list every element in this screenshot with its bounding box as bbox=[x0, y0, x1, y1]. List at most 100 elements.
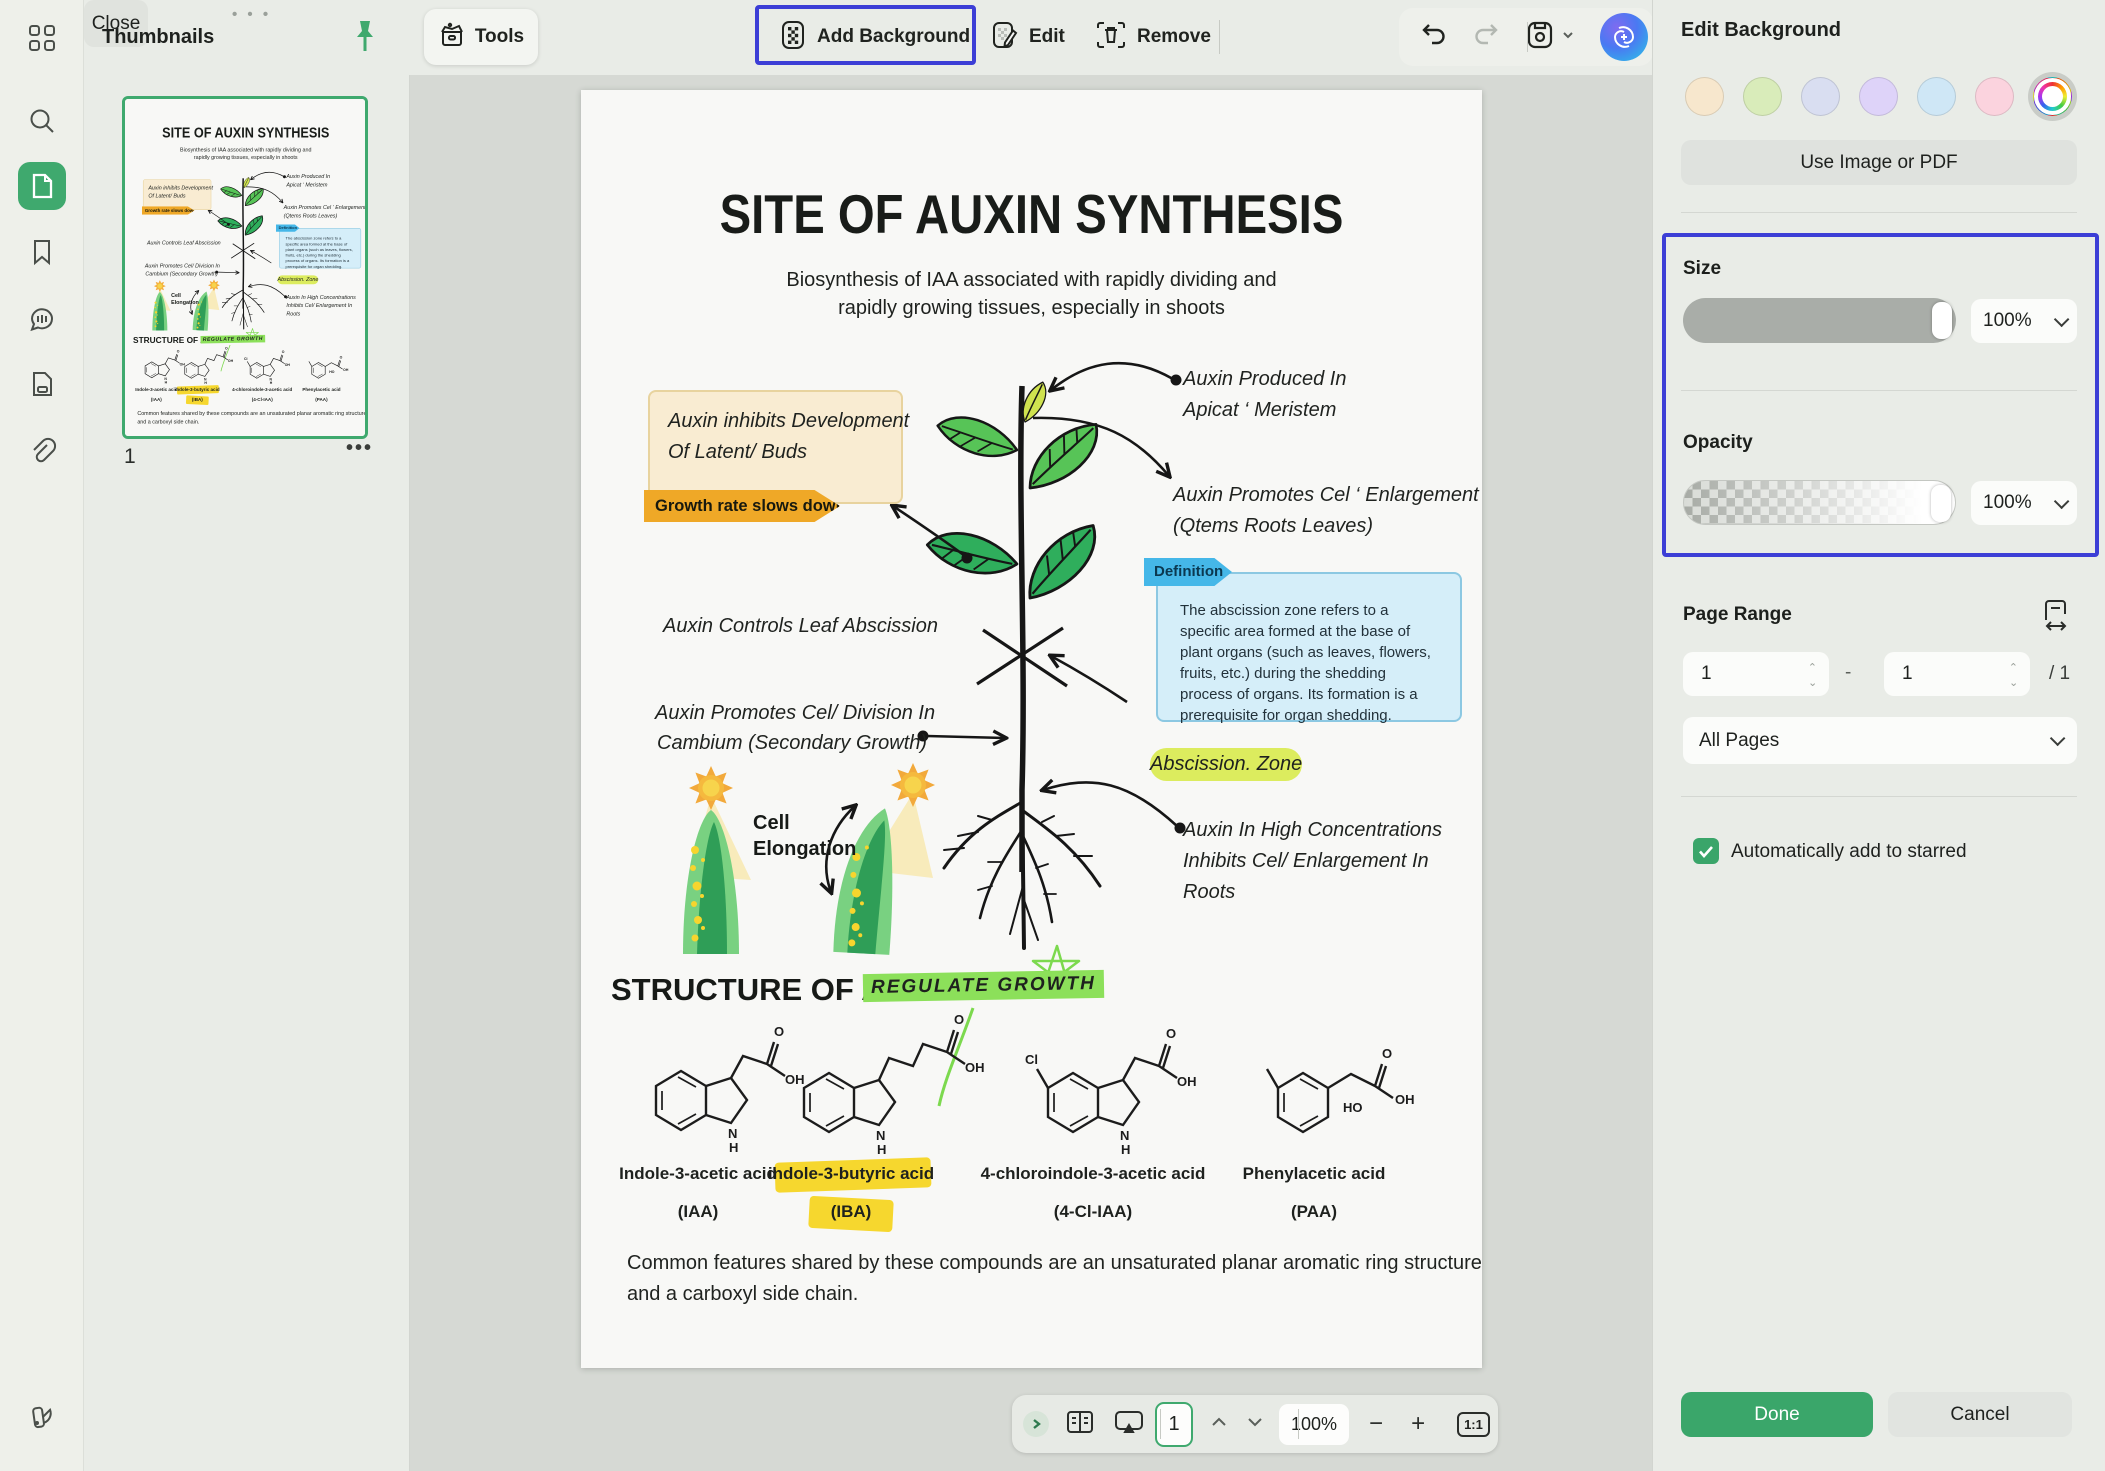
size-value-dropdown[interactable]: 100% bbox=[1971, 299, 2077, 343]
use-image-or-pdf-button[interactable]: Use Image or PDF bbox=[1681, 140, 2077, 185]
done-button[interactable]: Done bbox=[1681, 1392, 1873, 1437]
page-layout-icon[interactable] bbox=[1065, 1409, 1095, 1440]
starred-checkbox[interactable] bbox=[1693, 838, 1719, 864]
history-save-cluster bbox=[1399, 8, 1653, 66]
opacity-slider-handle[interactable] bbox=[1931, 485, 1951, 522]
extract-pages-icon[interactable] bbox=[18, 360, 66, 408]
panel-drag-handle[interactable]: • • • bbox=[232, 6, 271, 23]
ann-high-3: Roots bbox=[1183, 877, 1235, 908]
svg-text:N: N bbox=[269, 377, 272, 381]
size-slider[interactable] bbox=[1683, 298, 1956, 343]
svg-text:N: N bbox=[204, 377, 207, 381]
thumbnails-panel: O OH N H O OH N H bbox=[84, 75, 410, 1471]
compound-abbr: (IBA) bbox=[831, 1202, 872, 1222]
compound-name: 4-chloroindole-3-acetic acid bbox=[232, 387, 292, 392]
opacity-slider[interactable] bbox=[1683, 480, 1956, 525]
edit-background-button[interactable]: Edit bbox=[982, 9, 1073, 65]
starred-checkbox-label: Automatically add to starred bbox=[1731, 841, 1967, 863]
document-page: O OH N H O OH N H bbox=[581, 90, 1482, 1368]
cancel-button[interactable]: Cancel bbox=[1888, 1392, 2072, 1437]
expand-toolbar-button[interactable] bbox=[1023, 1411, 1049, 1437]
svg-text:O: O bbox=[340, 355, 343, 359]
ann-enlarge-1: Auxin Promotes Cel ‘ Enlargement bbox=[284, 204, 366, 212]
color-swatch-blue[interactable] bbox=[1917, 77, 1956, 116]
compound-abbr: (PAA) bbox=[315, 397, 327, 402]
range-from-input[interactable]: 1 ⌃⌃ bbox=[1683, 652, 1829, 696]
compound-name: indole-3-butyric acid bbox=[768, 1164, 934, 1184]
abscission-zone-highlight: Abscission. Zone bbox=[277, 275, 318, 284]
definition-tag: Definition bbox=[1144, 558, 1232, 586]
pin-panel-icon[interactable] bbox=[352, 18, 378, 59]
all-pages-dropdown[interactable]: All Pages bbox=[1683, 717, 2077, 764]
save-icon[interactable] bbox=[1525, 20, 1555, 55]
size-slider-handle[interactable] bbox=[1932, 302, 1952, 339]
svg-text:H: H bbox=[270, 381, 273, 385]
compound-name: Phenylacetic acid bbox=[1243, 1164, 1386, 1184]
edit-background-panel: Edit Background Use Image or PDF Size 10… bbox=[1652, 0, 2105, 1471]
custom-range-icon[interactable] bbox=[2041, 598, 2073, 639]
compound-abbr: (IAA) bbox=[151, 397, 162, 402]
zoom-in-button[interactable]: + bbox=[1397, 1410, 1439, 1438]
attachment-icon[interactable] bbox=[18, 428, 66, 476]
doc-footer-2: and a carboxyl side chain. bbox=[137, 418, 199, 426]
color-swatch-green[interactable] bbox=[1743, 77, 1782, 116]
color-wheel-swatch[interactable] bbox=[2033, 77, 2072, 116]
actual-size-button[interactable]: 1:1 bbox=[1457, 1412, 1490, 1437]
page-range-label: Page Range bbox=[1683, 604, 1792, 626]
svg-text:OH: OH bbox=[785, 1072, 805, 1087]
abscission-zone-highlight: Abscission. Zone bbox=[1150, 748, 1302, 781]
ann-enlarge-2: (Qtems Roots Leaves) bbox=[1173, 511, 1373, 542]
note-line-2: Of Latent/ Buds bbox=[148, 192, 210, 200]
ann-division-2: Cambium (Secondary Growth) bbox=[145, 270, 217, 278]
zoom-out-button[interactable]: − bbox=[1355, 1410, 1397, 1438]
definition-tag: Definition bbox=[276, 224, 300, 232]
range-from-value: 1 bbox=[1701, 663, 1712, 685]
bookmark-icon[interactable] bbox=[18, 228, 66, 276]
next-page-icon[interactable] bbox=[1237, 1415, 1273, 1433]
svg-text:H: H bbox=[729, 1140, 738, 1155]
ann-division-1: Auxin Promotes Cel/ Division In bbox=[655, 698, 935, 729]
note-box: Auxin inhibits Development Of Latent/ Bu… bbox=[648, 390, 903, 504]
svg-text:O: O bbox=[1166, 1026, 1176, 1041]
color-swatch-purple[interactable] bbox=[1859, 77, 1898, 116]
ai-assistant-button[interactable] bbox=[1600, 13, 1648, 61]
chevron-down-icon bbox=[2054, 493, 2070, 509]
thumbnail-more-button[interactable]: ••• bbox=[346, 437, 373, 460]
svg-text:OH: OH bbox=[1177, 1074, 1197, 1089]
add-background-icon bbox=[778, 19, 808, 56]
zoom-level-value[interactable]: 100% bbox=[1279, 1404, 1349, 1445]
color-swatch-gray-blue[interactable] bbox=[1801, 77, 1840, 116]
search-icon[interactable] bbox=[18, 97, 66, 145]
grid-menu-icon[interactable] bbox=[18, 14, 66, 62]
svg-text:OH: OH bbox=[285, 363, 291, 367]
save-options-chevron-icon[interactable] bbox=[1561, 28, 1575, 47]
svg-text:O: O bbox=[177, 350, 180, 354]
theme-swatches-icon[interactable] bbox=[18, 1393, 66, 1441]
doc-subtitle-1: Biosynthesis of IAA associated with rapi… bbox=[125, 146, 366, 154]
svg-text:OH: OH bbox=[228, 359, 234, 363]
doc-subtitle-2: rapidly growing tissues, especially in s… bbox=[125, 154, 366, 162]
opacity-value-dropdown[interactable]: 100% bbox=[1971, 481, 2077, 525]
ann-high-2: Inhibits Cel/ Enlargement In bbox=[286, 302, 352, 310]
doc-subtitle-1: Biosynthesis of IAA associated with rapi… bbox=[581, 266, 1482, 294]
chevron-down-icon bbox=[2050, 731, 2066, 747]
compound-name: Phenylacetic acid bbox=[302, 387, 340, 392]
doc-footer-1: Common features shared by these compound… bbox=[137, 409, 366, 417]
tools-button[interactable]: Tools bbox=[424, 9, 538, 65]
thumbnails-page-icon[interactable] bbox=[18, 162, 66, 210]
thumbnail-page-number: 1 bbox=[124, 445, 136, 469]
page-thumbnail[interactable]: O OH N H O OH N H bbox=[122, 96, 368, 439]
previous-page-icon[interactable] bbox=[1201, 1415, 1237, 1433]
color-swatch-cream[interactable] bbox=[1685, 77, 1724, 116]
undo-icon[interactable] bbox=[1419, 20, 1449, 55]
comment-icon[interactable] bbox=[18, 296, 66, 344]
top-toolbar: • • • Thumbnails Tools Add Background Ed… bbox=[84, 0, 1652, 75]
spinner-arrows-icon[interactable]: ⌃⌃ bbox=[2009, 664, 2018, 685]
color-swatch-pink[interactable] bbox=[1975, 77, 2014, 116]
redo-icon[interactable] bbox=[1471, 20, 1501, 55]
add-background-button[interactable]: Add Background bbox=[770, 9, 978, 65]
presentation-icon[interactable] bbox=[1113, 1408, 1145, 1441]
remove-background-button[interactable]: Remove bbox=[1086, 9, 1219, 65]
spinner-arrows-icon[interactable]: ⌃⌃ bbox=[1808, 664, 1817, 685]
range-to-input[interactable]: 1 ⌃⌃ bbox=[1884, 652, 2030, 696]
